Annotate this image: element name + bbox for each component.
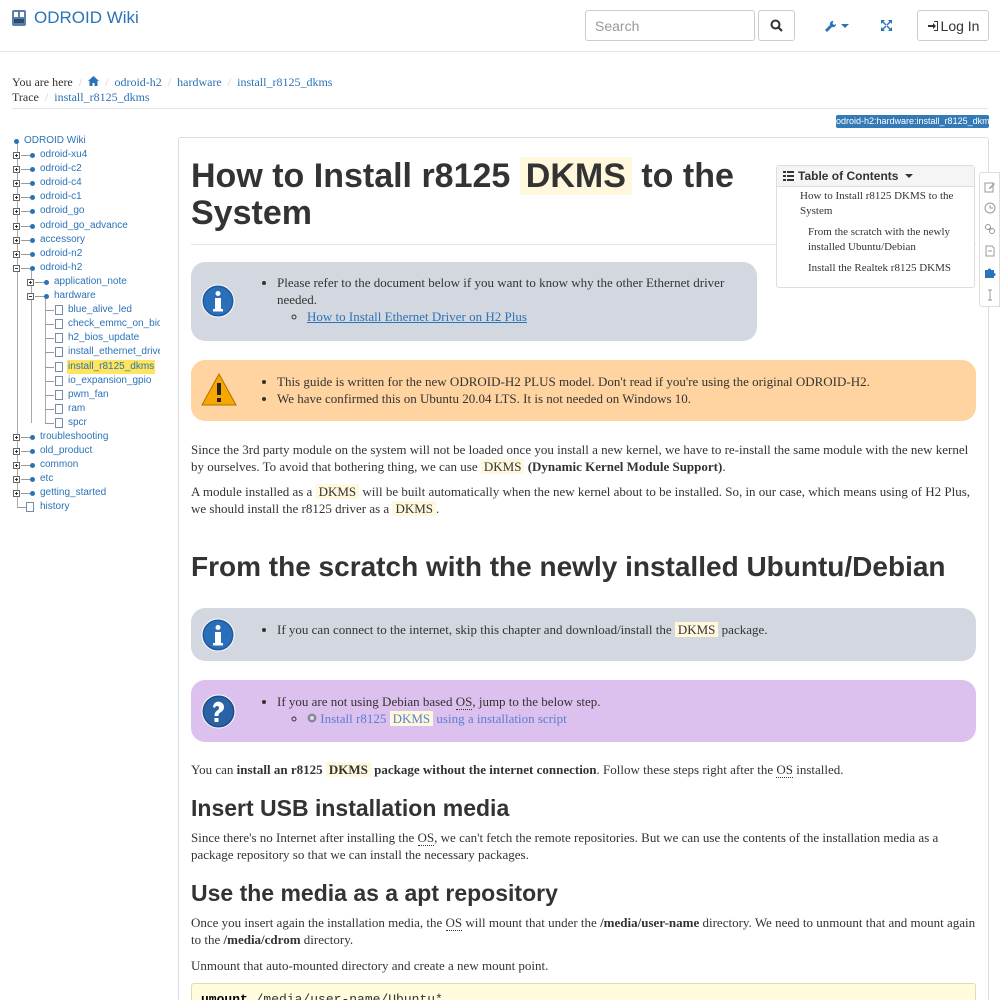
sidebar-tree: ODROID Wiki odroid-xu4 odroid-c2 odroid-…	[10, 134, 160, 515]
page-tools	[979, 172, 1000, 307]
trace-label: Trace	[12, 90, 39, 104]
navbar: ODROID Wiki Log In	[0, 0, 1000, 52]
info-note: If you can connect to the internet, skip…	[191, 608, 976, 661]
info-text: If you can connect to the internet, skip…	[277, 621, 967, 638]
tree-root[interactable]: ODROID Wiki	[10, 134, 160, 148]
breadcrumb-install-r8125-dkms[interactable]: install_r8125_dkms	[237, 75, 332, 90]
you-are-here-label: You are here	[12, 75, 73, 89]
page-id-badge: odroid-h2:hardware:install_r8125_dkms	[836, 115, 989, 128]
tree-item[interactable]: troubleshooting	[10, 430, 160, 444]
info-text: Please refer to the document below if yo…	[277, 274, 747, 308]
tree-item[interactable]: spcr	[10, 416, 160, 430]
breadcrumb-odroid-h2[interactable]: odroid-h2	[114, 75, 161, 90]
tree-item[interactable]: io_expansion_gpio	[10, 374, 160, 388]
table-of-contents: Table of Contents How to Install r8125 D…	[776, 165, 975, 288]
section-heading: Insert USB installation media	[191, 795, 510, 821]
title-code: DKMS	[519, 157, 632, 195]
info-icon	[201, 618, 235, 652]
search-button[interactable]	[758, 10, 795, 41]
tree-item[interactable]: odroid_go_advance	[10, 219, 160, 233]
breadcrumb-divider	[12, 108, 988, 109]
tree-item[interactable]: check_emmc_on_bio	[10, 317, 160, 331]
tree-item[interactable]: application_note	[10, 275, 160, 289]
toc-link[interactable]: Install the Realtek r8125 DKMS	[808, 261, 968, 276]
toc-toggle[interactable]: Table of Contents	[777, 166, 974, 187]
tree-item[interactable]: common	[10, 458, 160, 472]
paragraph: A module installed as a DKMS will be bui…	[191, 484, 971, 516]
login-label: Log In	[940, 17, 980, 34]
warning-icon	[201, 373, 237, 406]
chevron-down-icon	[905, 174, 914, 178]
tree-item[interactable]: blue_alive_led	[10, 303, 160, 317]
tree-item[interactable]: etc	[10, 472, 160, 486]
info-icon	[201, 284, 235, 318]
warning-note: This guide is written for the new ODROID…	[191, 360, 976, 421]
brand-name: ODROID Wiki	[34, 8, 139, 27]
breadcrumb-trace: Trace / install_r8125_dkms	[12, 90, 150, 105]
paragraph: Since there's no Internet after installi…	[191, 830, 939, 862]
tree-item[interactable]: h2_bios_update	[10, 331, 160, 345]
breadcrumb: You are here / / odroid-h2 / hardware / …	[12, 75, 988, 105]
section-heading: From the scratch with the newly installe…	[191, 551, 946, 582]
code-block: umount /media/user-name/Ubuntu*	[191, 983, 976, 1000]
tree-item[interactable]: odroid_go	[10, 204, 160, 218]
search-input[interactable]	[585, 10, 755, 41]
home-link[interactable]	[88, 75, 100, 90]
puzzle-icon[interactable]	[984, 267, 996, 279]
tree-item[interactable]: history	[10, 500, 160, 514]
question-text: If you are not using Debian based OS, ju…	[277, 693, 967, 710]
warning-line: We have confirmed this on Ubuntu 20.04 L…	[277, 390, 967, 407]
toc-link[interactable]: From the scratch with the newly installe…	[808, 225, 968, 255]
home-icon	[88, 76, 100, 86]
odroid-logo-icon	[12, 10, 26, 26]
ethernet-driver-link[interactable]: How to Install Ethernet Driver on H2 Plu…	[307, 309, 527, 324]
search-icon	[770, 19, 783, 32]
cursor-icon[interactable]	[984, 289, 996, 301]
warning-line: This guide is written for the new ODROID…	[277, 373, 967, 390]
page-title: How to Install r8125 DKMS to the System	[191, 157, 734, 232]
paragraph: Since the 3rd party module on the system…	[191, 442, 969, 474]
paragraph: You can install an r8125 DKMS package wi…	[191, 762, 844, 778]
question-note: If you are not using Debian based OS, ju…	[191, 680, 976, 742]
paragraph: Unmount that auto-mounted directory and …	[191, 958, 549, 973]
chevron-down-icon	[840, 24, 849, 28]
fullscreen-button[interactable]	[876, 15, 896, 35]
paragraph: Once you insert again the installation m…	[191, 915, 976, 947]
tree-item[interactable]: accessory	[10, 233, 160, 247]
info-note: Please refer to the document below if yo…	[191, 262, 757, 341]
tree-item[interactable]: odroid-xu4	[10, 148, 160, 162]
question-icon	[201, 694, 236, 729]
tree-item[interactable]: odroid-c1	[10, 190, 160, 204]
wrench-icon	[824, 20, 836, 32]
tree-item[interactable]: hardware	[10, 289, 160, 303]
tree-item[interactable]: pwm_fan	[10, 388, 160, 402]
tree-item[interactable]: odroid-n2	[10, 247, 160, 261]
tree-item[interactable]: odroid-h2	[10, 261, 160, 275]
login-button[interactable]: Log In	[917, 10, 989, 41]
toc-title: Table of Contents	[798, 169, 899, 183]
expand-icon	[880, 19, 892, 31]
tree-item[interactable]: odroid-c2	[10, 162, 160, 176]
wiki-link-icon	[307, 713, 317, 723]
tree-item[interactable]: old_product	[10, 444, 160, 458]
tree-item[interactable]: install_ethernet_drive	[10, 345, 160, 359]
brand-link[interactable]: ODROID Wiki	[10, 8, 139, 28]
history-icon[interactable]	[984, 202, 996, 214]
toc-link[interactable]: How to Install r8125 DKMS to the System	[800, 189, 968, 219]
sign-in-icon	[927, 20, 938, 31]
breadcrumb-you-are-here: You are here / / odroid-h2 / hardware / …	[12, 75, 333, 90]
tree-item[interactable]: ram	[10, 402, 160, 416]
tools-dropdown[interactable]	[818, 14, 854, 38]
pdf-icon[interactable]	[984, 245, 996, 257]
trace-install-r8125-dkms[interactable]: install_r8125_dkms	[54, 90, 149, 105]
breadcrumb-hardware[interactable]: hardware	[177, 75, 222, 90]
edit-icon[interactable]	[984, 181, 996, 193]
link-icon[interactable]	[984, 223, 996, 235]
section-heading: Use the media as a apt repository	[191, 880, 558, 906]
tree-item[interactable]: odroid-c4	[10, 176, 160, 190]
tree-item-current[interactable]: install_r8125_dkms	[10, 359, 160, 374]
list-icon	[783, 171, 794, 181]
tree-item[interactable]: getting_started	[10, 486, 160, 500]
install-script-link[interactable]: Install r8125 DKMS using a installation …	[307, 711, 567, 726]
